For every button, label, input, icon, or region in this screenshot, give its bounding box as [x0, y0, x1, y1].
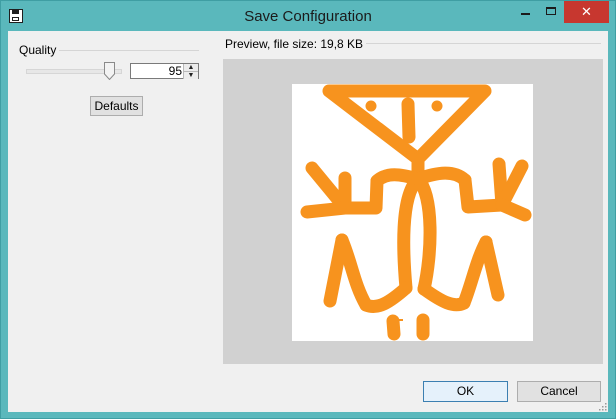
resize-grip-icon[interactable] [598, 402, 607, 411]
dialog-client-area: Quality 95 ▲ ▼ Defaults Preview, file si… [8, 31, 608, 412]
close-icon: ✕ [581, 4, 592, 19]
lizard-petroglyph-image [300, 84, 532, 341]
stepper-up-icon[interactable]: ▲ [183, 64, 198, 71]
maximize-icon [546, 7, 556, 15]
quality-slider-thumb[interactable] [104, 62, 115, 80]
ok-button[interactable]: OK [423, 381, 508, 402]
maximize-button[interactable] [538, 1, 564, 23]
preview-group-divider [358, 43, 601, 44]
defaults-button[interactable]: Defaults [90, 96, 143, 116]
close-button[interactable]: ✕ [564, 1, 609, 23]
preview-image [292, 84, 533, 341]
quality-group-divider [54, 50, 199, 51]
save-configuration-window: Save Configuration ✕ Quality 95 ▲ ▼ Defa… [0, 0, 616, 419]
minimize-icon [521, 13, 530, 15]
title-bar[interactable]: Save Configuration ✕ [1, 1, 615, 31]
quality-group-label: Quality [19, 43, 60, 57]
stepper-down-icon[interactable]: ▼ [183, 71, 198, 79]
cancel-button[interactable]: Cancel [517, 381, 601, 402]
quality-value[interactable]: 95 [169, 64, 182, 78]
preview-file-size-label: Preview, file size: 19,8 KB [225, 37, 367, 51]
quality-stepper[interactable]: 95 ▲ ▼ [130, 63, 199, 79]
minimize-button[interactable] [512, 1, 538, 23]
